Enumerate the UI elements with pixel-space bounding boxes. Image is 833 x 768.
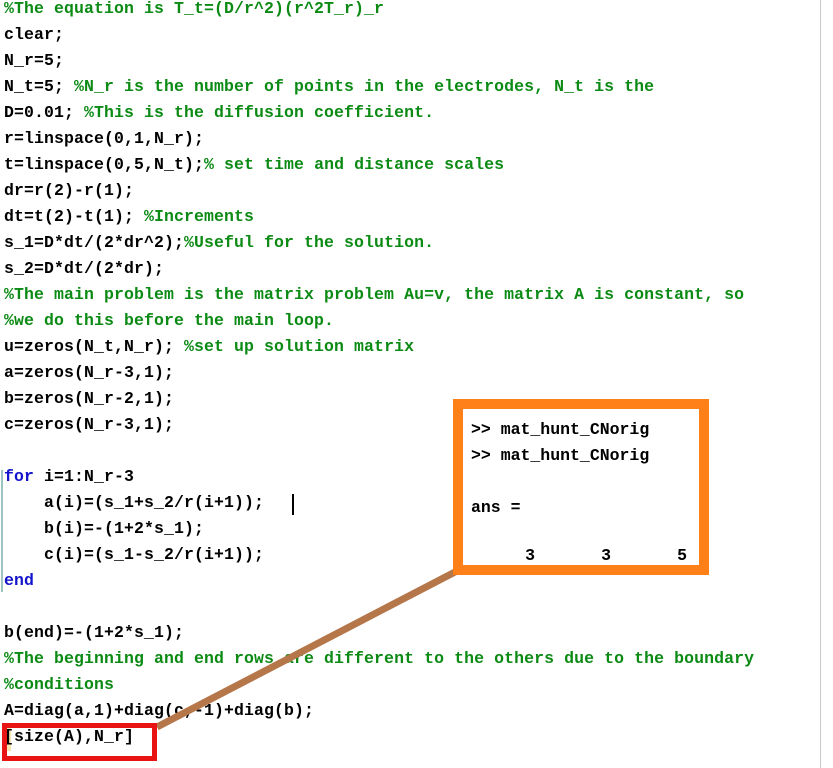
console-value: 3 (601, 546, 611, 565)
code-line[interactable]: %conditions (4, 672, 114, 698)
code-token-comment: %N_r is the number of points in the elec… (74, 77, 655, 96)
console-value: 3 (525, 546, 535, 565)
console-answer-values: 3 3 5 (471, 543, 699, 565)
code-line[interactable]: b=zeros(N_r-2,1); (4, 386, 174, 412)
code-line[interactable]: c(i)=(s_1-s_2/r(i+1)); (4, 542, 264, 568)
code-token-code: r=linspace(0,1,N_r); (4, 129, 205, 148)
code-line[interactable]: %The equation is T_t=(D/r^2)(r^2T_r)_r (4, 0, 384, 22)
code-token-code: N_r=5; (4, 51, 65, 70)
code-editor-pane[interactable]: %The equation is T_t=(D/r^2)(r^2T_r)_rcl… (0, 0, 833, 768)
code-line[interactable]: b(end)=-(1+2*s_1); (4, 620, 184, 646)
code-line[interactable]: c=zeros(N_r-3,1); (4, 412, 174, 438)
code-line[interactable]: A=diag(a,1)+diag(c,-1)+diag(b); (4, 698, 314, 724)
highlighted-statement-box (2, 723, 157, 761)
code-token-code: c=zeros(N_r-3,1); (4, 415, 175, 434)
code-token-code: b=zeros(N_r-2,1); (4, 389, 175, 408)
console-value: 5 (677, 546, 687, 565)
code-token-comment: %we do this before the main loop. (4, 311, 335, 330)
code-token-code: s_2=D*dt/(2*dr); (4, 259, 165, 278)
text-cursor (292, 494, 294, 515)
code-token-comment: %Useful for the solution. (184, 233, 435, 252)
code-token-comment: % set time and distance scales (204, 155, 505, 174)
code-token-comment: %Increments (144, 207, 255, 226)
code-token-code: b(i)=-(1+2*s_1); (4, 519, 205, 538)
code-line[interactable]: N_r=5; (4, 48, 64, 74)
console-output-callout: >> mat_hunt_CNorig >> mat_hunt_CNorig ans… (453, 399, 709, 575)
code-line[interactable]: end (4, 568, 34, 594)
console-line: >> mat_hunt_CNorig (471, 446, 650, 465)
code-token-code: D=0.01; (4, 103, 85, 122)
console-line: ans = (471, 498, 521, 517)
code-line[interactable]: b(i)=-(1+2*s_1); (4, 516, 204, 542)
code-fold-indicator[interactable] (1, 470, 3, 592)
code-line[interactable] (4, 594, 14, 620)
code-line[interactable]: for i=1:N_r-3 (4, 464, 134, 490)
code-token-comment: %conditions (4, 675, 115, 694)
code-line[interactable]: dr=r(2)-r(1); (4, 178, 134, 204)
code-line[interactable] (4, 438, 14, 464)
right-margin-guide (820, 0, 821, 768)
code-line[interactable]: dt=t(2)-t(1); %Increments (4, 204, 254, 230)
code-token-code: i=1:N_r-3 (34, 467, 135, 486)
code-line[interactable]: %The beginning and end rows are differen… (4, 646, 754, 672)
code-token-code: A=diag(a,1)+diag(c,-1)+diag(b); (4, 701, 315, 720)
code-token-keyword: end (4, 571, 35, 590)
console-line: >> mat_hunt_CNorig (471, 420, 650, 439)
code-line[interactable]: %The main problem is the matrix problem … (4, 282, 744, 308)
code-line[interactable]: N_t=5; %N_r is the number of points in t… (4, 74, 654, 100)
code-line[interactable]: r=linspace(0,1,N_r); (4, 126, 204, 152)
code-token-code: s_1=D*dt/(2*dr^2); (4, 233, 185, 252)
code-line[interactable]: %we do this before the main loop. (4, 308, 334, 334)
code-token-code: clear; (4, 25, 65, 44)
code-token-comment: %The equation is T_t=(D/r^2)(r^2T_r)_r (4, 0, 385, 18)
code-token-code: N_t=5; (4, 77, 75, 96)
code-token-code: c(i)=(s_1-s_2/r(i+1)); (4, 545, 265, 564)
code-token-comment: %This is the diffusion coefficient. (84, 103, 435, 122)
code-token-comment: %set up solution matrix (184, 337, 415, 356)
code-token-keyword: for (4, 467, 35, 486)
code-token-comment: %The main problem is the matrix problem … (4, 285, 745, 304)
code-token-code: a(i)=(s_1+s_2/r(i+1)); (4, 493, 265, 512)
code-line[interactable]: a(i)=(s_1+s_2/r(i+1)); (4, 490, 264, 516)
code-line[interactable]: D=0.01; %This is the diffusion coefficie… (4, 100, 434, 126)
code-token-code: dt=t(2)-t(1); (4, 207, 145, 226)
code-line[interactable]: u=zeros(N_t,N_r); %set up solution matri… (4, 334, 414, 360)
code-line[interactable]: s_2=D*dt/(2*dr); (4, 256, 164, 282)
code-token-comment: %The beginning and end rows are differen… (4, 649, 755, 668)
code-line[interactable]: t=linspace(0,5,N_t);% set time and dista… (4, 152, 504, 178)
code-token-code: a=zeros(N_r-3,1); (4, 363, 175, 382)
code-line[interactable]: a=zeros(N_r-3,1); (4, 360, 174, 386)
code-line[interactable]: s_1=D*dt/(2*dr^2);%Useful for the soluti… (4, 230, 434, 256)
code-token-code: u=zeros(N_t,N_r); (4, 337, 185, 356)
code-line[interactable]: clear; (4, 22, 64, 48)
code-token-code: dr=r(2)-r(1); (4, 181, 135, 200)
code-token-code: t=linspace(0,5,N_t); (4, 155, 205, 174)
code-token-code: b(end)=-(1+2*s_1); (4, 623, 185, 642)
